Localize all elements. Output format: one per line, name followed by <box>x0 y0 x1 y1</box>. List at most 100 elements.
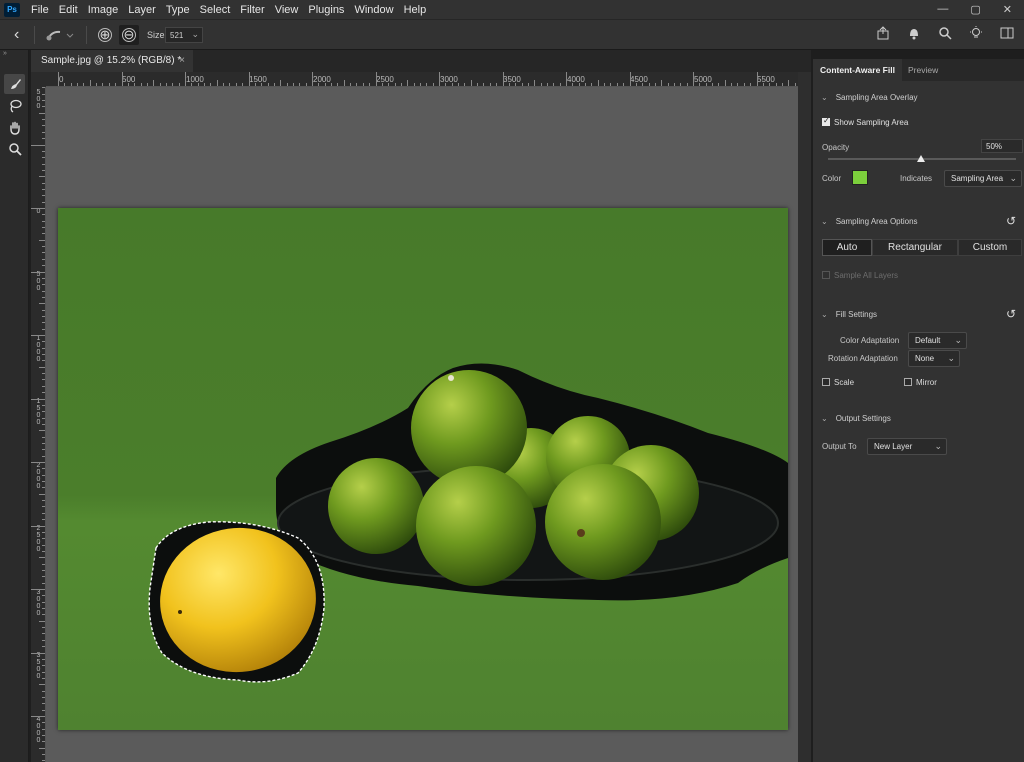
menu-type[interactable]: Type <box>162 4 196 16</box>
reset-fill-settings-icon[interactable]: ↺ <box>1006 307 1016 321</box>
discover-lightbulb-icon[interactable] <box>969 26 983 40</box>
indicates-dropdown[interactable]: Sampling Area ⌄ <box>944 170 1022 187</box>
ruler-label: 2000 <box>313 75 331 84</box>
overlay-color-swatch[interactable] <box>852 170 868 185</box>
ruler-tick <box>489 83 491 86</box>
minimize-icon[interactable]: — <box>937 3 948 16</box>
ruler-tick <box>305 83 307 86</box>
section-sampling-options[interactable]: ⌄ Sampling Area Options <box>821 217 918 226</box>
ruler-tick <box>42 576 45 578</box>
ruler-tick <box>42 214 45 216</box>
ruler-tick <box>42 487 45 489</box>
ruler-tick <box>42 309 45 311</box>
horizontal-ruler[interactable]: 0 500 1000 1500 2000 2500 3000 3500 4000… <box>46 72 798 87</box>
menu-select[interactable]: Select <box>196 4 237 16</box>
document-tab[interactable]: Sample.jpg @ 15.2% (RGB/8) * × <box>31 50 193 72</box>
ruler-tick <box>31 208 45 209</box>
chevron-down-icon[interactable]: ⌄ <box>191 29 199 40</box>
vertical-scrollbar[interactable] <box>798 72 811 762</box>
section-fill-settings[interactable]: ⌄ Fill Settings <box>821 310 877 319</box>
menu-view[interactable]: View <box>271 4 305 16</box>
ruler-tick <box>42 284 45 286</box>
brush-tool-icon <box>10 79 21 89</box>
close-document-icon[interactable]: × <box>179 55 185 66</box>
ruler-tick <box>261 83 263 86</box>
workspace-icon[interactable] <box>1000 26 1014 40</box>
ruler-tick <box>39 239 45 241</box>
ruler-tick <box>39 112 45 114</box>
zoom-tool[interactable] <box>4 139 25 159</box>
plus-icon: ⊕ <box>99 27 111 42</box>
tab-preview[interactable]: Preview <box>901 59 945 81</box>
ruler-tick <box>42 182 45 184</box>
close-window-icon[interactable]: ✕ <box>1003 3 1012 16</box>
output-to-dropdown[interactable]: New Layer ⌄ <box>867 438 947 455</box>
ruler-label: 4500 <box>630 75 648 84</box>
ruler-tick <box>508 83 510 86</box>
reset-sampling-options-icon[interactable]: ↺ <box>1006 214 1016 228</box>
subtract-from-selection-button[interactable]: ⊖ <box>122 28 136 42</box>
ruler-tick <box>762 83 764 86</box>
lime-stem <box>448 375 454 381</box>
size-input[interactable]: 521 ⌄ <box>165 27 203 43</box>
canvas-area[interactable] <box>46 87 798 762</box>
menu-layer[interactable]: Layer <box>124 4 162 16</box>
maximize-icon[interactable]: ▢ <box>970 3 980 16</box>
add-to-selection-button[interactable]: ⊕ <box>98 28 112 42</box>
show-sampling-area-checkbox[interactable] <box>822 116 830 126</box>
ruler-tick <box>96 83 98 86</box>
section-output-settings[interactable]: ⌄ Output Settings <box>821 414 891 423</box>
sampling-rectangular-button[interactable]: Rectangular <box>872 239 958 256</box>
menu-filter[interactable]: Filter <box>236 4 270 16</box>
share-icon[interactable] <box>876 26 890 40</box>
opacity-slider-thumb[interactable] <box>917 155 925 162</box>
lasso-icon <box>9 99 22 113</box>
ruler-tick <box>42 442 45 444</box>
menu-image[interactable]: Image <box>84 4 125 16</box>
mirror-checkbox[interactable] <box>904 378 912 386</box>
rotation-adaptation-dropdown[interactable]: None ⌄ <box>908 350 960 367</box>
rotation-adaptation-label: Rotation Adaptation <box>828 354 898 363</box>
ruler-tick <box>42 195 45 197</box>
brush-preset-picker[interactable] <box>44 29 74 41</box>
scale-checkbox[interactable] <box>822 378 830 386</box>
section-sampling-overlay[interactable]: ⌄ Sampling Area Overlay <box>821 93 918 102</box>
sampling-auto-button[interactable]: Auto <box>822 239 872 256</box>
lemon-tip <box>178 610 182 614</box>
sampling-custom-button[interactable]: Custom <box>958 239 1022 256</box>
menu-edit[interactable]: Edit <box>55 4 84 16</box>
ruler-tick <box>42 722 45 724</box>
ruler-tick <box>42 354 45 356</box>
ruler-tick <box>299 83 301 86</box>
menu-file[interactable]: File <box>27 4 55 16</box>
ruler-tick <box>769 83 771 86</box>
hand-tool[interactable] <box>4 118 25 138</box>
ruler-tick <box>216 80 218 86</box>
ruler-tick <box>642 83 644 86</box>
menu-window[interactable]: Window <box>350 4 399 16</box>
lasso-tool[interactable] <box>4 96 25 116</box>
ruler-tick <box>42 258 45 260</box>
ruler-tick <box>654 83 656 86</box>
ruler-tick <box>648 83 650 86</box>
ruler-tick <box>362 83 364 86</box>
options-bar: ‹ ⊕ ⊖ Size 521 ⌄ <box>0 19 1024 50</box>
menu-plugins[interactable]: Plugins <box>304 4 350 16</box>
size-value: 521 <box>170 31 184 40</box>
notifications-bell-icon[interactable] <box>907 26 921 40</box>
opacity-input[interactable]: 50% <box>981 139 1023 153</box>
sampling-brush-tool[interactable] <box>4 74 25 94</box>
ruler-tick <box>42 760 45 762</box>
vertical-ruler[interactable]: 5 0 0 0 5 0 0 1 0 0 0 1 5 0 0 2 0 0 0 2 … <box>31 87 46 762</box>
color-adaptation-dropdown[interactable]: Default ⌄ <box>908 332 967 349</box>
sample-all-layers-checkbox[interactable] <box>822 271 830 279</box>
expand-toolbar-icon[interactable]: » <box>3 50 7 57</box>
document-canvas[interactable] <box>58 208 788 730</box>
ruler-tick <box>42 614 45 616</box>
ruler-tick <box>42 703 45 705</box>
menu-help[interactable]: Help <box>400 4 433 16</box>
search-icon[interactable] <box>938 26 952 40</box>
back-arrow-icon[interactable]: ‹ <box>14 26 19 44</box>
ruler-tick <box>42 296 45 298</box>
tab-content-aware-fill[interactable]: Content-Aware Fill <box>813 59 902 81</box>
